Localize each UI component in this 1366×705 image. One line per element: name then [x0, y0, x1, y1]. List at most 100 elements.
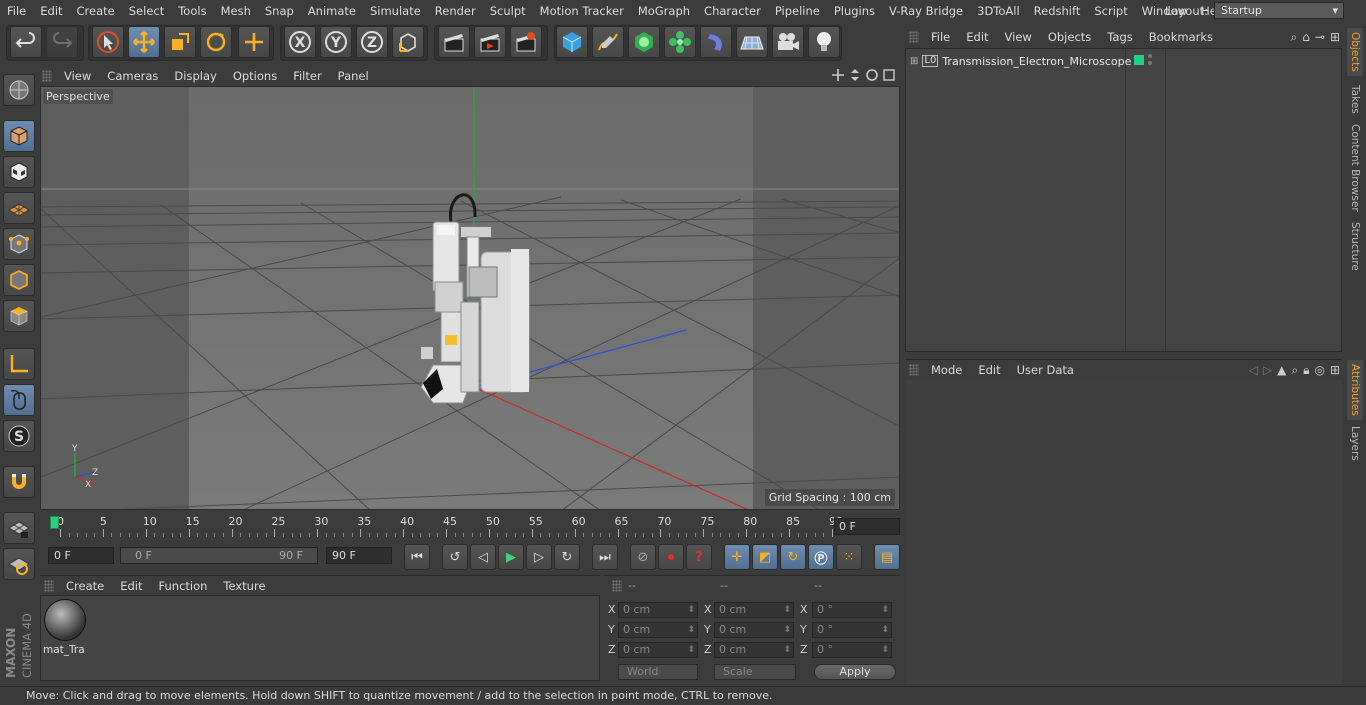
new-window-icon[interactable]: ⊞ [1330, 30, 1340, 45]
z-axis-lock-button[interactable]: Z [356, 26, 388, 58]
menu-sculpt[interactable]: Sculpt [483, 0, 533, 22]
menu-motion-tracker[interactable]: Motion Tracker [533, 0, 631, 22]
panel-grip[interactable] [909, 363, 919, 376]
object-row[interactable]: ⊞ L0 Transmission_Electron_Microscope [910, 53, 1131, 69]
panel-grip[interactable] [42, 70, 52, 82]
tab-structure[interactable]: Structure [1347, 218, 1363, 274]
record-scale-button[interactable]: ◩ [752, 544, 778, 570]
render-picture-viewer-button[interactable] [474, 26, 506, 58]
pan-view-icon[interactable] [831, 68, 845, 82]
current-frame-field[interactable]: 0 F [834, 518, 900, 535]
scale-tool-button[interactable] [164, 26, 196, 58]
expand-icon[interactable]: ⊞ [910, 56, 918, 67]
menu-edit[interactable]: Edit [33, 0, 69, 22]
rotate-tool-button[interactable] [200, 26, 232, 58]
make-editable-button[interactable] [3, 74, 35, 106]
menu-create[interactable]: Create [70, 0, 122, 22]
workplane-mode-button[interactable] [3, 192, 35, 224]
points-mode-button[interactable] [3, 228, 35, 260]
menu-tools[interactable]: Tools [171, 0, 213, 22]
size-mode-dropdown[interactable]: Scale [714, 664, 796, 680]
pen-spline-button[interactable] [592, 26, 624, 58]
object-menu-bookmarks[interactable]: Bookmarks [1141, 27, 1221, 47]
link-icon[interactable]: ⊸ [1315, 30, 1325, 45]
back-arrow-icon[interactable]: ◁ [1249, 363, 1258, 378]
search-icon[interactable]: ⌕ [1291, 30, 1298, 45]
go-to-end-button[interactable]: ⏭ [592, 544, 618, 570]
live-selection-button[interactable] [92, 26, 124, 58]
rot-b-field[interactable]: 0 ° [812, 642, 892, 658]
maximize-view-icon[interactable] [882, 68, 896, 82]
deformer-button[interactable] [700, 26, 732, 58]
light-object-button[interactable] [808, 26, 840, 58]
previous-frame-button[interactable]: ◁ [470, 544, 496, 570]
texture-mode-button[interactable] [3, 156, 35, 188]
record-rotation-button[interactable]: ↻ [780, 544, 806, 570]
pos-y-field[interactable]: 0 cm [618, 622, 698, 638]
viewport-menu-panel[interactable]: Panel [330, 66, 377, 86]
coordinate-system-button[interactable] [392, 26, 424, 58]
layer-color-tag[interactable] [1134, 55, 1144, 65]
target-icon[interactable]: ◎ [1314, 363, 1324, 378]
menu-simulate[interactable]: Simulate [363, 0, 428, 22]
viewport-menu-options[interactable]: Options [225, 66, 285, 86]
menu-vray-bridge[interactable]: V-Ray Bridge [882, 0, 970, 22]
menu-mesh[interactable]: Mesh [214, 0, 258, 22]
coordinate-space-dropdown[interactable]: World [618, 664, 698, 680]
camera-object-button[interactable] [772, 26, 804, 58]
tab-layers[interactable]: Layers [1347, 424, 1363, 462]
tab-objects[interactable]: Objects [1347, 28, 1363, 76]
floor-environment-button[interactable] [736, 26, 768, 58]
viewport-menu-cameras[interactable]: Cameras [99, 66, 166, 86]
panel-grip[interactable] [44, 579, 54, 592]
menu-pipeline[interactable]: Pipeline [768, 0, 827, 22]
timeline-window-button[interactable]: ▤ [874, 544, 900, 570]
editor-visibility-dot[interactable] [1148, 54, 1152, 58]
next-keyframe-button[interactable]: ↻ [554, 544, 580, 570]
transform-tool-button[interactable] [238, 26, 270, 58]
timeline-ruler[interactable]: 051015202530354045505560657075808590 [40, 512, 900, 540]
pos-x-field[interactable]: 0 cm [618, 602, 698, 618]
tab-takes[interactable]: Takes [1347, 80, 1363, 118]
cloner-button[interactable] [664, 26, 696, 58]
viewport-menu-display[interactable]: Display [166, 66, 224, 86]
attribute-menu-user-data[interactable]: User Data [1009, 360, 1082, 380]
rot-p-field[interactable]: 0 ° [812, 622, 892, 638]
cube-object-button[interactable] [556, 26, 588, 58]
render-visibility-dot[interactable] [1148, 61, 1152, 65]
playhead-marker[interactable] [50, 516, 59, 529]
y-axis-lock-button[interactable]: Y [320, 26, 352, 58]
dolly-view-icon[interactable] [848, 68, 862, 82]
record-point-level-button[interactable]: ⁙ [836, 544, 862, 570]
x-axis-lock-button[interactable]: X [284, 26, 316, 58]
material-menu-texture[interactable]: Texture [215, 576, 273, 596]
menu-plugins[interactable]: Plugins [827, 0, 882, 22]
rot-h-field[interactable]: 0 ° [812, 602, 892, 618]
search-icon[interactable]: ⌕ [1291, 363, 1298, 378]
layout-dropdown[interactable]: Startup [1214, 2, 1344, 19]
record-position-button[interactable]: ✛ [724, 544, 750, 570]
play-button[interactable]: ▶ [498, 544, 524, 570]
render-view-button[interactable] [438, 26, 470, 58]
edges-mode-button[interactable] [3, 264, 35, 296]
previous-keyframe-button[interactable]: ↺ [442, 544, 468, 570]
attribute-menu-mode[interactable]: Mode [923, 360, 970, 380]
attribute-menu-edit[interactable]: Edit [970, 360, 1008, 380]
object-menu-objects[interactable]: Objects [1040, 27, 1099, 47]
viewport-scene[interactable]: Y Z X [41, 87, 900, 510]
menu-character[interactable]: Character [697, 0, 768, 22]
polygons-mode-button[interactable] [3, 300, 35, 332]
object-menu-view[interactable]: View [997, 27, 1040, 47]
tab-attributes[interactable]: Attributes [1347, 360, 1363, 420]
home-icon[interactable]: ⌂ [1302, 30, 1310, 45]
menu-render[interactable]: Render [428, 0, 483, 22]
perspective-viewport[interactable]: Y Z X Perspective Grid Spacing : 100 cm [40, 86, 900, 510]
menu-file[interactable]: File [0, 0, 33, 22]
go-to-start-button[interactable]: ⏮ [404, 544, 430, 570]
snap-button[interactable] [3, 466, 35, 498]
lock-icon[interactable]: 🔒︎ [1303, 363, 1309, 378]
tweak-mode-button[interactable] [3, 384, 35, 416]
autokeying-button[interactable]: ⏺ [658, 544, 684, 570]
menu-snap[interactable]: Snap [258, 0, 301, 22]
preview-range-slider[interactable]: 0 F 90 F [120, 547, 318, 564]
